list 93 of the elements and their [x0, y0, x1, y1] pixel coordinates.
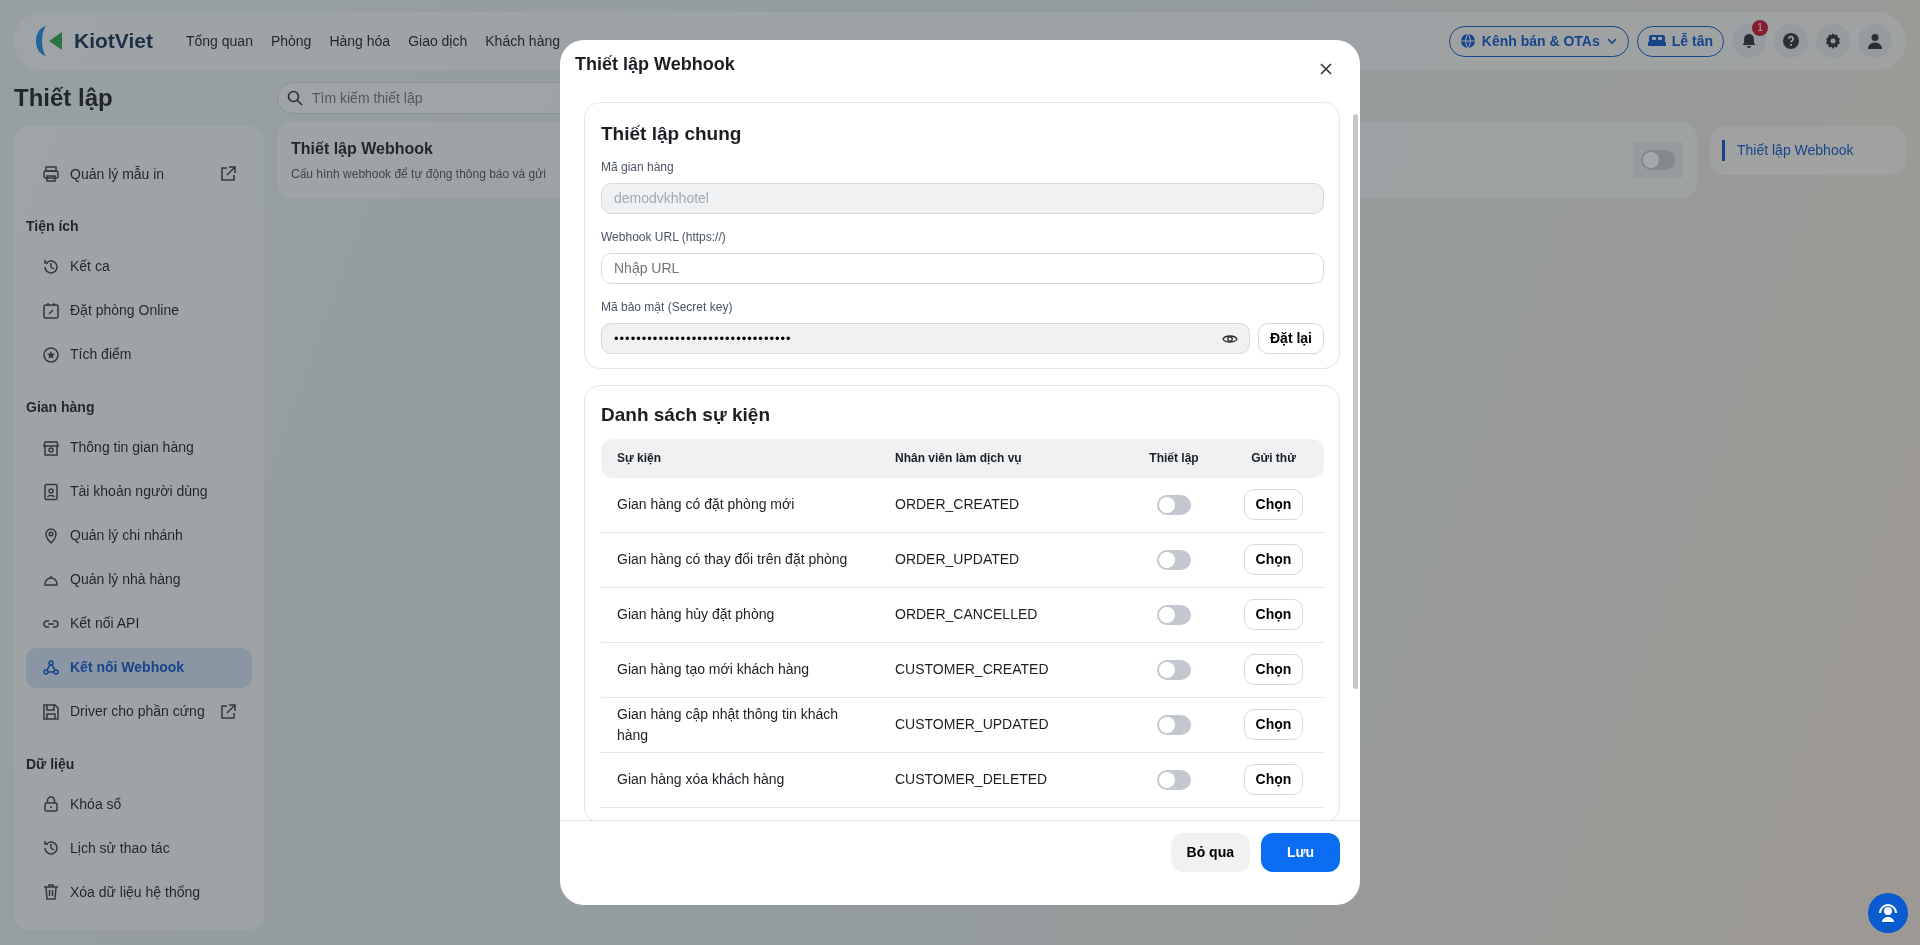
notification-badge: 1: [1752, 20, 1768, 36]
column-header: Gửi thử: [1250, 450, 1297, 468]
toggle-switch[interactable]: [1157, 769, 1191, 790]
nav-link[interactable]: Tổng quan: [176, 30, 262, 52]
table-cell-text: ORDER_CREATED: [895, 495, 1021, 515]
table-cell-text: Gian hàng xóa khách hàng: [617, 770, 786, 790]
save-button[interactable]: Lưu: [1261, 833, 1340, 872]
field-label: Webhook URL (https://): [601, 228, 727, 246]
secret-key-field[interactable]: ••••••••••••••••••••••••••••••••: [601, 322, 1250, 354]
sidebar-item[interactable]: Tích điểm: [26, 334, 252, 375]
section-title: Thiết lập chung: [601, 123, 743, 146]
table-cell-text: Gian hàng tạo mới khách hàng: [617, 660, 811, 680]
search-icon: [287, 90, 303, 106]
support-chat-button[interactable]: [1868, 893, 1908, 933]
printer-icon: [42, 165, 60, 183]
choose-button[interactable]: Chọn: [1243, 764, 1304, 796]
help-button[interactable]: [1774, 24, 1808, 58]
card-description: Cấu hình webhook để tự động thông báo và gửi: [291, 166, 546, 183]
field-label: Mã gian hàng: [601, 158, 675, 176]
sidebar-item[interactable]: Khóa sổ: [26, 784, 252, 825]
toggle-switch[interactable]: [1157, 714, 1191, 735]
eye-icon[interactable]: [1222, 332, 1238, 345]
store-icon: [42, 438, 60, 457]
reset-button[interactable]: Đặt lại: [1258, 322, 1324, 354]
sidebar-item[interactable]: Xóa dữ liệu hệ thống: [26, 872, 252, 913]
scrollbar[interactable]: [1353, 114, 1358, 689]
nav-link[interactable]: Phòng: [261, 30, 321, 52]
sidebar-item[interactable]: Kết ca: [26, 246, 252, 287]
toggle-switch[interactable]: [1157, 549, 1191, 570]
table-cell-text: ORDER_UPDATED: [895, 550, 1021, 570]
field-label: Mã bảo mật (Secret key): [601, 298, 734, 316]
sidebar-item[interactable]: Tài khoản người dùng: [26, 471, 252, 512]
section-heading: Tiện ích: [26, 217, 80, 236]
settings-icon: [1825, 33, 1841, 49]
history-icon: [42, 839, 60, 858]
sidebar-item[interactable]: Lịch sử thao tác: [26, 828, 252, 869]
column-header: Sự kiện: [617, 450, 663, 468]
table-cell-text: CUSTOMER_CREATED: [895, 660, 1050, 680]
table-cell-text: CUSTOMER_UPDATED: [895, 715, 1050, 735]
table-cell-text: Gian hàng hủy đặt phòng: [617, 605, 776, 625]
sidebar-item[interactable]: Kết nối API: [26, 603, 252, 644]
sidebar-item[interactable]: Quản lý mẫu in: [26, 154, 252, 194]
table-cell-text: Gian hàng có thay đổi trên đặt phòng: [617, 550, 849, 570]
table-cell-text: CUSTOMER_DELETED: [895, 770, 1049, 790]
calendar-icon: [42, 301, 60, 320]
sidebar-item[interactable]: Thông tin gian hàng: [26, 427, 252, 468]
sidebar-item[interactable]: Driver cho phần cứng: [26, 691, 252, 732]
page-title: Thiết lập: [14, 83, 114, 113]
section-heading: Dữ liệu: [26, 754, 76, 774]
table-cell-text: Gian hàng cập nhật thông tin khách hàng: [617, 704, 840, 745]
toggle-switch[interactable]: [1157, 659, 1191, 680]
trash-icon: [42, 883, 60, 902]
toc-link[interactable]: Thiết lập Webhook: [1722, 140, 1894, 161]
sidebar-item[interactable]: Quản lý nhà hàng: [26, 559, 252, 600]
user-icon: [1867, 33, 1883, 49]
choose-button[interactable]: Chọn: [1243, 489, 1304, 521]
sidebar-item[interactable]: Quản lý chi nhánh: [26, 515, 252, 556]
section-heading: Gian hàng: [26, 397, 96, 417]
headset-icon: [1877, 902, 1899, 924]
choose-button[interactable]: Chọn: [1243, 599, 1304, 631]
lock-icon: [42, 795, 60, 814]
caret-icon: [1605, 35, 1618, 47]
nav-link[interactable]: Hàng hóa: [320, 30, 400, 52]
choose-button[interactable]: Chọn: [1243, 654, 1304, 686]
table-cell-text: Gian hàng có đặt phòng mới: [617, 495, 796, 515]
column-header: Thiết lập: [1148, 450, 1200, 468]
id-card-icon: [42, 482, 60, 501]
section-title: Danh sách sự kiện: [601, 403, 771, 427]
help-icon: [1783, 33, 1799, 49]
history-icon: [42, 257, 60, 276]
sidebar-item[interactable]: Kết nối Webhook: [26, 647, 252, 688]
choose-button[interactable]: Chọn: [1243, 709, 1304, 741]
settings-button[interactable]: [1816, 24, 1850, 58]
nav-link[interactable]: Giao dịch: [399, 30, 477, 52]
globe-icon: [1459, 33, 1476, 49]
sidebar-item[interactable]: Đặt phòng Online: [26, 290, 252, 331]
table-cell-text: ORDER_CANCELLED: [895, 605, 1039, 625]
choose-button[interactable]: Chọn: [1243, 544, 1304, 576]
close-icon: [1320, 63, 1332, 76]
cancel-button[interactable]: Bỏ qua: [1170, 833, 1250, 872]
location-icon: [42, 526, 60, 545]
user-button[interactable]: [1858, 24, 1892, 58]
card-title: Thiết lập Webhook: [291, 139, 433, 159]
bed-icon: [1647, 34, 1666, 48]
bell-icon: [1741, 33, 1757, 49]
toggle-switch[interactable]: [1641, 150, 1675, 170]
toggle-switch[interactable]: [1157, 494, 1191, 515]
logo-text[interactable]: KiotViet: [74, 25, 153, 57]
webhook-icon: [42, 658, 60, 677]
dialog-title: Thiết lập Webhook: [575, 54, 735, 76]
toggle-switch[interactable]: [1157, 604, 1191, 625]
column-header: Nhân viên làm dịch vụ: [895, 450, 1023, 468]
url-field[interactable]: Nhập URL: [601, 252, 1324, 284]
